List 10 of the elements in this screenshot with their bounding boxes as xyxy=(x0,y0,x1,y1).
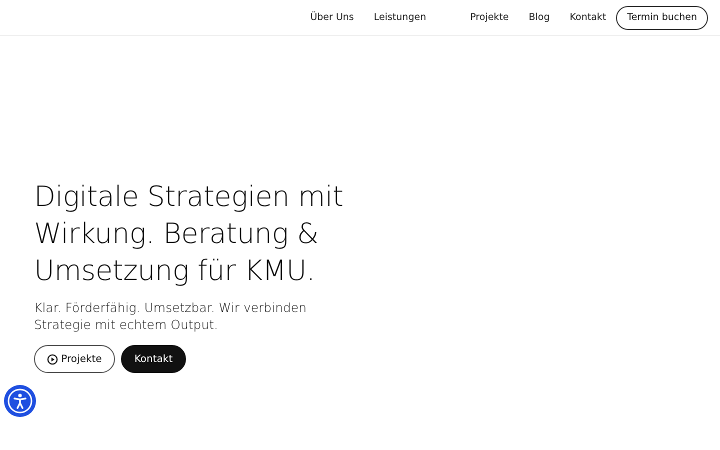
nav-link[interactable]: Über Uns xyxy=(310,12,354,23)
nav-link[interactable]: Kontakt xyxy=(570,12,606,23)
contact-button[interactable]: Kontakt xyxy=(121,345,186,373)
nav-link[interactable]: Blog xyxy=(528,12,550,23)
hero-heading: Digitale Strategien mit Wirkung. Beratung & Umsetzung für KMU. xyxy=(34,179,344,289)
nav-link[interactable]: Projekte xyxy=(470,12,509,23)
projects-button[interactable]: Projekte xyxy=(34,345,115,373)
book-appointment-button[interactable]: Termin buchen xyxy=(616,6,708,30)
hero-subtitle: Klar. Förderfähig. Umsetzbar. Wir verbinden Strategie mit echtem Output. xyxy=(34,299,308,333)
nav-link[interactable]: Leistungen xyxy=(374,12,426,23)
